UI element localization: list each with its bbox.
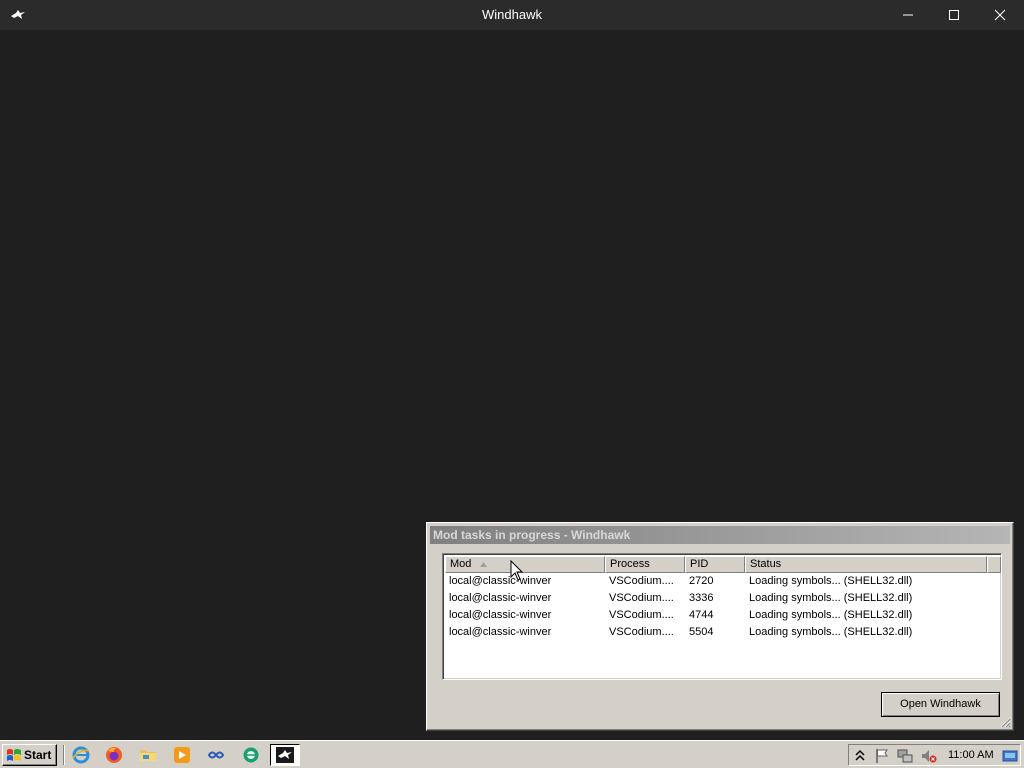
column-header-mod[interactable]: Mod	[445, 556, 605, 573]
maximize-button[interactable]	[931, 0, 977, 30]
mouse-cursor-icon	[510, 560, 524, 581]
cell-mod: local@classic-winver	[449, 592, 552, 604]
column-header-pid[interactable]: PID	[685, 556, 745, 573]
cell-pid: 2720	[689, 575, 714, 587]
action-center-flag-icon[interactable]	[874, 748, 890, 764]
taskbar-windhawk-button[interactable]	[270, 744, 300, 766]
table-row[interactable]: local@classic-winver VSCodium.... 5504 L…	[445, 624, 1001, 641]
firefox-icon[interactable]	[105, 746, 123, 764]
vscodium-icon[interactable]	[207, 746, 225, 764]
close-icon	[994, 9, 1006, 21]
start-button[interactable]: Start	[2, 744, 57, 766]
minimize-icon	[903, 14, 913, 16]
minimize-button[interactable]	[885, 0, 931, 30]
cell-pid: 3336	[689, 592, 714, 604]
window-title: Windhawk	[482, 7, 542, 22]
table-row[interactable]: local@classic-winver VSCodium.... 2720 L…	[445, 573, 1001, 590]
cell-process: VSCodium....	[609, 626, 674, 638]
column-header-process-label: Process	[610, 558, 650, 570]
cell-mod: local@classic-winver	[449, 609, 552, 621]
internet-explorer-icon[interactable]	[72, 746, 90, 764]
taskbar: Start 11:00 AM	[0, 740, 1024, 768]
dialog-title: Mod tasks in progress - Windhawk	[433, 528, 631, 542]
column-header-filler	[987, 556, 1001, 573]
column-header-mod-label: Mod	[450, 558, 472, 570]
mod-tasks-dialog: Mod tasks in progress - Windhawk Mod Pro…	[426, 522, 1014, 731]
close-button[interactable]	[977, 0, 1023, 30]
sort-ascending-icon	[480, 562, 487, 567]
tasks-listview[interactable]: Mod Process PID Status local@classic-win	[442, 553, 1002, 680]
cell-status: Loading symbols... (SHELL32.dll)	[749, 609, 913, 621]
maximize-icon	[949, 10, 959, 20]
cell-mod: local@classic-winver	[449, 626, 552, 638]
resize-grip-icon[interactable]	[999, 716, 1011, 728]
network-icon[interactable]	[897, 748, 913, 764]
column-header-pid-label: PID	[690, 558, 709, 570]
cell-pid: 4744	[689, 609, 714, 621]
file-explorer-icon[interactable]	[139, 746, 157, 764]
cell-status: Loading symbols... (SHELL32.dll)	[749, 626, 913, 638]
table-row[interactable]: local@classic-winver VSCodium.... 3336 L…	[445, 590, 1001, 607]
dialog-titlebar[interactable]: Mod tasks in progress - Windhawk	[430, 526, 1010, 544]
cell-status: Loading symbols... (SHELL32.dll)	[749, 592, 913, 604]
column-header-status[interactable]: Status	[745, 556, 987, 573]
table-row[interactable]: local@classic-winver VSCodium.... 4744 L…	[445, 607, 1001, 624]
media-player-icon[interactable]	[173, 746, 191, 764]
clock[interactable]: 11:00 AM	[948, 745, 994, 765]
taskbar-separator	[63, 745, 65, 765]
cell-process: VSCodium....	[609, 575, 674, 587]
listview-header: Mod Process PID Status	[445, 556, 1001, 573]
cell-pid: 5504	[689, 626, 714, 638]
show-desktop-icon[interactable]	[1002, 748, 1018, 764]
system-tray: 11:00 AM	[848, 744, 1021, 766]
volume-muted-icon[interactable]	[921, 748, 937, 764]
start-label: Start	[24, 748, 52, 762]
windows-logo-icon	[7, 749, 21, 761]
windhawk-bird-icon	[276, 747, 294, 763]
show-hidden-icons-chevron-icon[interactable]	[852, 748, 868, 764]
screen: Windhawk Mod tasks in progress - Windhaw…	[0, 0, 1024, 768]
cell-mod: local@classic-winver	[449, 575, 552, 587]
column-header-status-label: Status	[750, 558, 782, 570]
open-windhawk-button[interactable]: Open Windhawk	[881, 692, 1000, 717]
network-globe-icon[interactable]	[242, 746, 260, 764]
column-header-process[interactable]: Process	[605, 556, 685, 573]
window-titlebar[interactable]: Windhawk	[0, 0, 1024, 30]
cell-process: VSCodium....	[609, 592, 674, 604]
cell-status: Loading symbols... (SHELL32.dll)	[749, 575, 913, 587]
cell-process: VSCodium....	[609, 609, 674, 621]
